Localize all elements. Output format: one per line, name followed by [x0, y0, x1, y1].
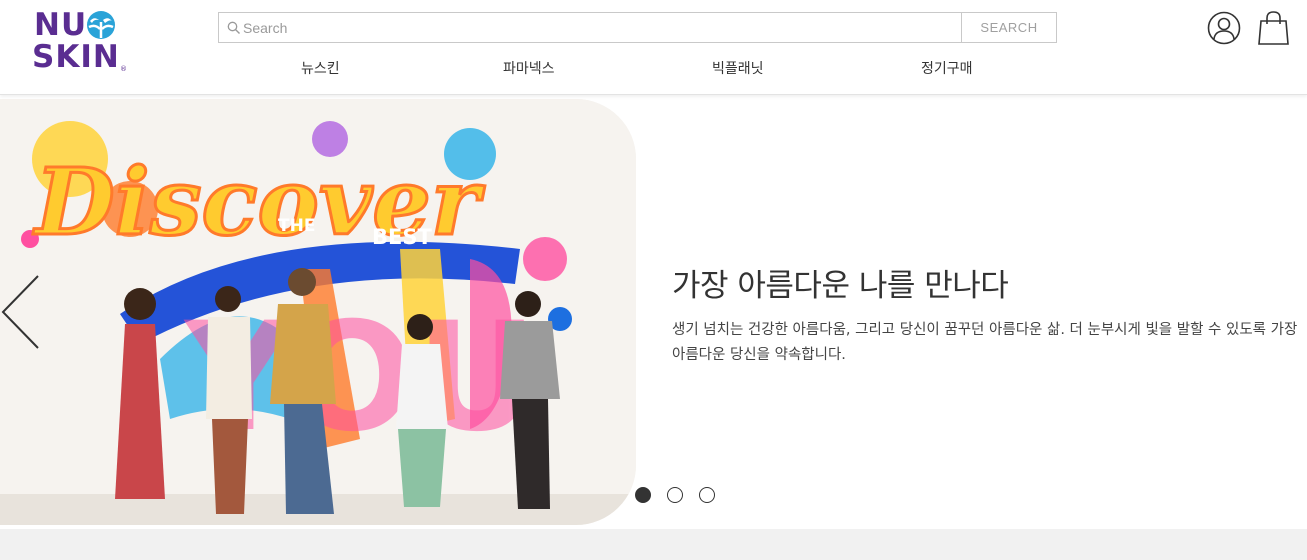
- search-button[interactable]: SEARCH: [961, 13, 1056, 42]
- carousel-dot-3[interactable]: [699, 487, 715, 503]
- hero-mural-illustration: Discover THE BEST YOU: [0, 99, 636, 525]
- logo-globe-icon: [87, 11, 115, 39]
- logo-registered-mark: ®: [120, 65, 127, 73]
- nav-item-bigplanet[interactable]: 빅플래닛: [712, 58, 764, 78]
- nav-item-subscription[interactable]: 정기구매: [921, 58, 973, 78]
- logo-text-nu: NU: [34, 7, 88, 43]
- logo-text-skin: SKIN: [32, 39, 120, 75]
- nav-item-nuskin[interactable]: 뉴스킨: [301, 58, 340, 78]
- hero-banner: Discover THE BEST YOU 가장 아름다운 나를 만나다 생기 …: [0, 95, 1307, 529]
- search-icon: [227, 21, 240, 34]
- hero-title: 가장 아름다운 나를 만나다: [672, 268, 1009, 304]
- nav-item-pharmanex[interactable]: 파마넥스: [503, 58, 555, 78]
- chevron-left-icon[interactable]: [0, 274, 40, 350]
- hero-description: 생기 넘치는 건강한 아름다움, 그리고 당신이 꿈꾸던 아름다운 삶. 더 눈…: [672, 322, 1298, 363]
- mural-word-the: THE: [278, 216, 315, 236]
- hero-image[interactable]: Discover THE BEST YOU: [0, 99, 636, 525]
- site-header: NU SKIN ® SEARCH 뉴스킨 파마넥스 빅플래닛 정기구매: [0, 0, 1307, 95]
- mural-word-best: BEST: [372, 225, 432, 249]
- shopping-bag-icon[interactable]: [1257, 11, 1290, 45]
- search-input[interactable]: [243, 13, 963, 42]
- account-icon[interactable]: [1207, 11, 1241, 45]
- search-bar: SEARCH: [218, 12, 1057, 43]
- carousel-dot-1[interactable]: [635, 487, 651, 503]
- carousel-dot-2[interactable]: [667, 487, 683, 503]
- nu-skin-logo[interactable]: NU SKIN ®: [32, 8, 128, 74]
- page-footer-band: [0, 529, 1307, 560]
